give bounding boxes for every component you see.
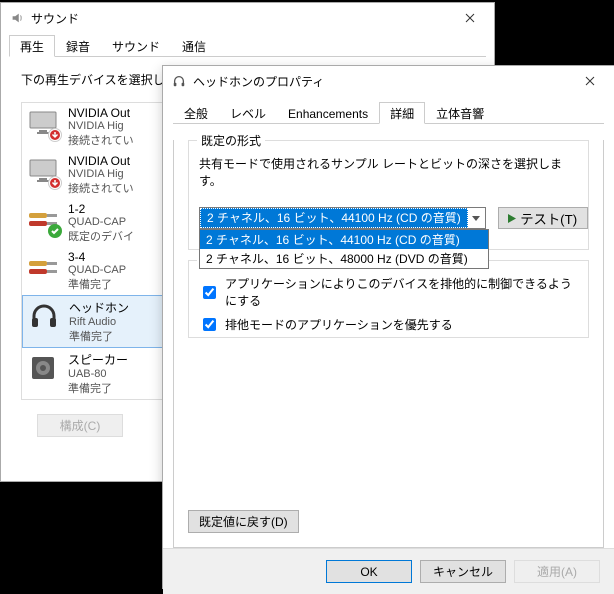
sound-icon (9, 10, 25, 26)
device-name: 3-4 (68, 250, 126, 264)
monitor-icon (26, 106, 60, 140)
device-name: スピーカー (68, 351, 128, 368)
device-sub: UAB-80 (68, 368, 128, 380)
exclusive-priority-label: 排他モードのアプリケーションを優先する (225, 316, 453, 333)
exclusive-priority-checkbox[interactable] (203, 318, 216, 331)
device-sub: NVIDIA Hig (68, 120, 134, 132)
prop-titlebar: ヘッドホンのプロパティ (163, 66, 614, 96)
exclusive-control-checkbox[interactable] (203, 286, 216, 299)
sound-close[interactable] (447, 4, 492, 33)
tab-level[interactable]: レベル (219, 102, 277, 124)
restore-defaults-button[interactable]: 既定値に戻す(D) (188, 510, 299, 533)
format-combobox[interactable]: 2 チャネル、16 ビット、44100 Hz (CD の音質) 2 チャネル、1… (199, 207, 486, 229)
tab-playback[interactable]: 再生 (9, 35, 55, 57)
configure-button: 構成(C) (37, 414, 123, 437)
tab-general[interactable]: 全般 (173, 102, 219, 124)
sound-title: サウンド (31, 10, 447, 27)
device-status: 既定のデバイ (68, 228, 134, 244)
test-button[interactable]: テスト(T) (498, 207, 588, 229)
sound-titlebar: サウンド (1, 3, 494, 33)
exclusive-control-label: アプリケーションによりこのデバイスを排他的に制御できるようにする (225, 275, 578, 309)
device-name: ヘッドホン (69, 299, 129, 316)
format-combobox-value: 2 チャネル、16 ビット、44100 Hz (CD の音質) (200, 208, 468, 228)
device-sub: NVIDIA Hig (68, 168, 134, 180)
speaker-icon (26, 351, 60, 385)
jack-icon (26, 250, 60, 284)
prop-title: ヘッドホンのプロパティ (193, 73, 567, 90)
device-status: 準備完了 (68, 276, 126, 292)
dialog-button-row: OK キャンセル 適用(A) (163, 548, 614, 594)
format-option[interactable]: 2 チャネル、16 ビット、48000 Hz (DVD の音質) (200, 249, 488, 268)
device-sub: QUAD-CAP (68, 264, 126, 276)
tab-spatial[interactable]: 立体音響 (425, 102, 495, 124)
prop-close[interactable] (567, 67, 612, 96)
headphones-icon (171, 73, 187, 89)
tab-recording[interactable]: 録音 (55, 35, 101, 57)
tab-advanced[interactable]: 詳細 (379, 102, 425, 124)
cancel-button[interactable]: キャンセル (420, 560, 506, 583)
prop-tabs: 全般 レベル Enhancements 詳細 立体音響 (173, 102, 604, 124)
format-option[interactable]: 2 チャネル、16 ビット、44100 Hz (CD の音質) (200, 230, 488, 249)
device-name: 1-2 (68, 202, 134, 216)
default-format-legend: 既定の形式 (197, 132, 265, 149)
monitor-icon (26, 154, 60, 188)
device-sub: QUAD-CAP (68, 216, 134, 228)
ok-button[interactable]: OK (326, 560, 412, 583)
device-status: 接続されてい (68, 132, 134, 148)
device-name: NVIDIA Out (68, 154, 134, 168)
exclusive-mode-group: 排他モード アプリケーションによりこのデバイスを排他的に制御できるようにする 排… (188, 260, 589, 338)
jack-icon (26, 202, 60, 236)
default-format-group: 既定の形式 共有モードで使用されるサンプル レートとビットの深さを選択します。 … (188, 140, 589, 250)
device-status: 準備完了 (68, 380, 128, 396)
device-status: 準備完了 (69, 328, 129, 344)
tab-comm[interactable]: 通信 (171, 35, 217, 57)
headphone-properties-window: ヘッドホンのプロパティ 全般 レベル Enhancements 詳細 立体音響 … (162, 65, 614, 589)
tab-sounds[interactable]: サウンド (101, 35, 171, 57)
chevron-down-icon (468, 208, 485, 228)
default-format-desc: 共有モードで使用されるサンプル レートとビットの深さを選択します。 (199, 155, 578, 189)
tab-enhancements[interactable]: Enhancements (277, 102, 379, 124)
sound-tabs: 再生 録音 サウンド 通信 (9, 35, 486, 57)
format-combobox-list: 2 チャネル、16 ビット、44100 Hz (CD の音質) 2 チャネル、1… (199, 229, 489, 269)
play-icon (508, 211, 516, 226)
apply-button: 適用(A) (514, 560, 600, 583)
device-sub: Rift Audio (69, 316, 129, 328)
headphones-icon (27, 299, 61, 333)
device-status: 接続されてい (68, 180, 134, 196)
device-name: NVIDIA Out (68, 106, 134, 120)
